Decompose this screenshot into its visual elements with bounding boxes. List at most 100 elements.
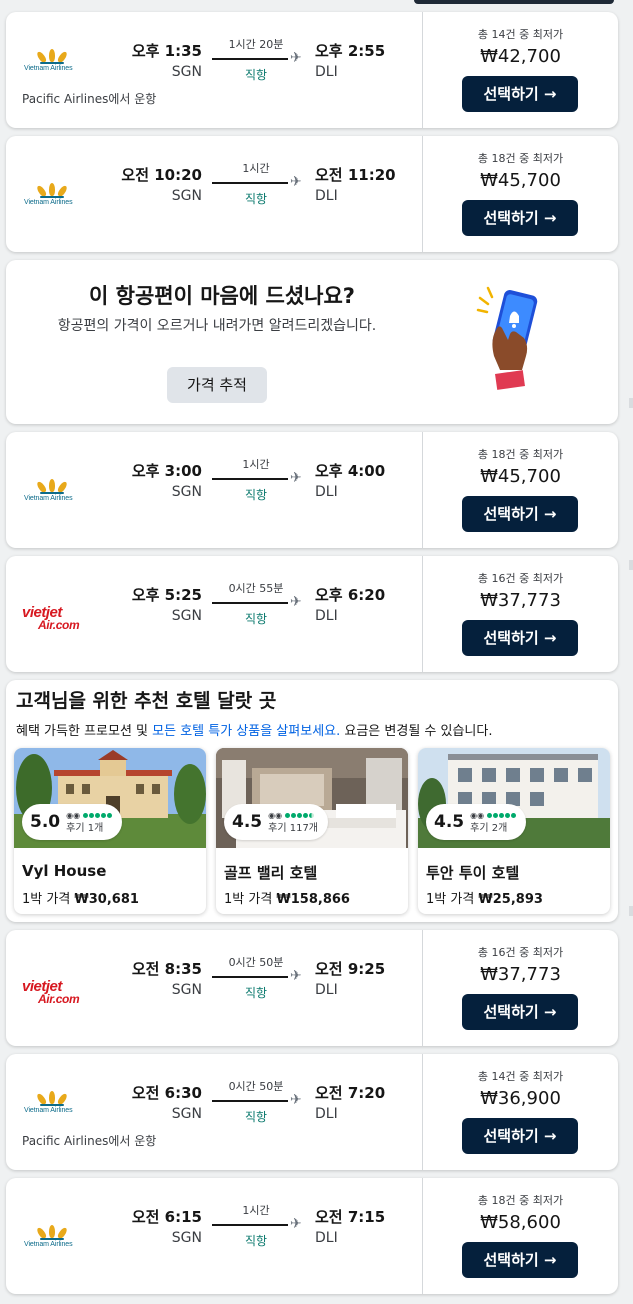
route-line xyxy=(212,58,288,60)
review-meta: ◉◉ 후기 2개 xyxy=(470,809,517,835)
flight-duration: 1시간 xyxy=(242,458,270,471)
airplane-icon: ✈ xyxy=(290,470,302,486)
deals-count: 총 16건 중 최저가 xyxy=(477,572,564,585)
scroll-indicator xyxy=(629,398,633,408)
select-button[interactable]: 선택하기 → xyxy=(462,1242,578,1278)
flight-card[interactable]: Vietnam Airlines 오전 10:20 SGN 1시간 ✈ 직항 오… xyxy=(6,136,618,252)
hotel-name: 골프 밸리 호텔 xyxy=(224,864,318,882)
flight-card[interactable]: Vietnam Airlines 오전 6:30 SGN 0시간 50분 ✈ 직… xyxy=(6,1054,618,1170)
flight-details: vietjet Air.com 오전 8:35 SGN 0시간 50분 ✈ 직항 … xyxy=(6,930,422,1046)
arrival-time: 오후 6:20 xyxy=(315,586,386,604)
departure-airport: SGN xyxy=(171,1230,202,1246)
price-panel: 총 14건 중 최저가 ₩42,700 선택하기 → xyxy=(423,12,618,128)
flight-details: Vietnam Airlines 오후 3:00 SGN 1시간 ✈ 직항 오후… xyxy=(6,432,422,548)
stops-label: 직항 xyxy=(244,1234,268,1248)
stops-label: 직항 xyxy=(244,1110,268,1124)
vietjet-air-logo: vietjet Air.com xyxy=(22,978,80,1006)
operated-by: Pacific Airlines에서 운항 xyxy=(22,1134,157,1148)
departure-airport: SGN xyxy=(171,608,202,624)
hotel-card[interactable]: 4.5 ◉◉ 후기 2개 투안 투이 호텔 1박 가격 ₩25,893 xyxy=(418,748,610,914)
airplane-icon: ✈ xyxy=(290,174,302,190)
tripadvisor-dots: ◉◉ xyxy=(66,809,113,822)
arrival-time: 오전 9:25 xyxy=(315,960,386,978)
price-panel: 총 14건 중 최저가 ₩36,900 선택하기 → xyxy=(423,1054,618,1170)
lotus-icon xyxy=(35,1225,69,1240)
flight-details: Vietnam Airlines 오전 6:15 SGN 1시간 ✈ 직항 오전… xyxy=(6,1178,422,1294)
arrival-airport: DLI xyxy=(315,1106,338,1122)
flight-card[interactable]: Vietnam Airlines 오전 6:15 SGN 1시간 ✈ 직항 오전… xyxy=(6,1178,618,1294)
flight-price: ₩37,773 xyxy=(480,590,561,611)
flight-duration: 0시간 50분 xyxy=(228,1080,284,1093)
select-button[interactable]: 선택하기 → xyxy=(462,200,578,236)
deals-count: 총 18건 중 최저가 xyxy=(477,448,564,461)
select-button[interactable]: 선택하기 → xyxy=(462,1118,578,1154)
select-button[interactable]: 선택하기 → xyxy=(462,496,578,532)
price-alert-card: 이 항공편이 마음에 드셨나요? 항공편의 가격이 오르거나 내려가면 알려드리… xyxy=(6,260,618,424)
flight-duration: 0시간 50분 xyxy=(228,956,284,969)
flight-price: ₩45,700 xyxy=(480,170,561,191)
rating-score: 4.5 xyxy=(434,812,465,832)
tripadvisor-owl-icon: ◉◉ xyxy=(470,811,485,820)
tripadvisor-dots: ◉◉ xyxy=(470,809,517,822)
flight-details: Vietnam Airlines 오전 10:20 SGN 1시간 ✈ 직항 오… xyxy=(6,136,422,252)
flight-price: ₩37,773 xyxy=(480,964,561,985)
hotel-price: 1박 가격 ₩30,681 xyxy=(22,892,139,907)
track-price-button[interactable]: 가격 추적 xyxy=(167,367,267,403)
departure-time: 오전 6:15 xyxy=(131,1208,202,1226)
lotus-icon xyxy=(35,479,69,494)
select-button[interactable]: 선택하기 → xyxy=(462,620,578,656)
departure-time: 오전 6:30 xyxy=(131,1084,202,1102)
stops-label: 직항 xyxy=(244,68,268,82)
all-hotel-deals-link[interactable]: 모든 호텔 특가 상품을 살펴보세요. xyxy=(152,724,340,739)
hotels-title: 고객님을 위한 추천 호텔 달랏 곳 xyxy=(16,690,277,712)
arrival-airport: DLI xyxy=(315,188,338,204)
arrival-airport: DLI xyxy=(315,484,338,500)
departure-airport: SGN xyxy=(171,64,202,80)
tripadvisor-dots: ◉◉ xyxy=(268,809,318,822)
lotus-icon xyxy=(35,49,69,64)
flight-duration: 1시간 xyxy=(242,1204,270,1217)
arrival-airport: DLI xyxy=(315,982,338,998)
route-line xyxy=(212,478,288,480)
hotel-price: 1박 가격 ₩158,866 xyxy=(224,892,350,907)
hotels-subtitle-suffix: 요금은 변경될 수 있습니다. xyxy=(340,724,493,739)
arrival-time: 오후 4:00 xyxy=(315,462,386,480)
flight-card[interactable]: vietjet Air.com 오후 5:25 SGN 0시간 55분 ✈ 직항 … xyxy=(6,556,618,672)
vietnam-airlines-logo: Vietnam Airlines xyxy=(20,49,84,80)
flight-card[interactable]: Vietnam Airlines 오후 3:00 SGN 1시간 ✈ 직항 오후… xyxy=(6,432,618,548)
deals-count: 총 14건 중 최저가 xyxy=(477,28,564,41)
arrival-time: 오전 7:15 xyxy=(315,1208,386,1226)
arrival-time: 오전 11:20 xyxy=(315,166,396,184)
hotel-card[interactable]: 4.5 ◉◉ 후기 117개 골프 밸리 호텔 1박 가격 ₩158,866 xyxy=(216,748,408,914)
vietjet-air-logo: vietjet Air.com xyxy=(22,604,80,632)
vietnam-airlines-logo: Vietnam Airlines xyxy=(20,479,84,510)
price-panel: 총 18건 중 최저가 ₩45,700 선택하기 → xyxy=(423,136,618,252)
route-line xyxy=(212,1224,288,1226)
lotus-icon xyxy=(35,183,69,198)
recommended-hotels-card: 고객님을 위한 추천 호텔 달랏 곳 혜택 가득한 프로모션 및 모든 호텔 특… xyxy=(6,680,618,922)
rating-badge: 4.5 ◉◉ 후기 117개 xyxy=(224,804,329,840)
flight-card[interactable]: vietjet Air.com 오전 8:35 SGN 0시간 50분 ✈ 직항 … xyxy=(6,930,618,1046)
departure-time: 오전 10:20 xyxy=(121,166,202,184)
review-count: 후기 2개 xyxy=(470,823,508,834)
tripadvisor-owl-icon: ◉◉ xyxy=(66,811,81,820)
flight-card[interactable]: Vietnam Airlines 오후 1:35 SGN 1시간 20분 ✈ 직… xyxy=(6,12,618,128)
rating-badge: 5.0 ◉◉ 후기 1개 xyxy=(22,804,123,840)
stops-label: 직항 xyxy=(244,192,268,206)
price-panel: 총 18건 중 최저가 ₩58,600 선택하기 → xyxy=(423,1178,618,1294)
flight-details: Vietnam Airlines 오전 6:30 SGN 0시간 50분 ✈ 직… xyxy=(6,1054,422,1170)
route-line xyxy=(212,602,288,604)
flight-duration: 1시간 20분 xyxy=(228,38,284,51)
select-button[interactable]: 선택하기 → xyxy=(462,994,578,1030)
flight-price: ₩45,700 xyxy=(480,466,561,487)
select-button[interactable]: 선택하기 → xyxy=(462,76,578,112)
flight-price: ₩42,700 xyxy=(480,46,561,67)
airplane-icon: ✈ xyxy=(290,594,302,610)
lotus-icon xyxy=(35,1091,69,1106)
arrival-airport: DLI xyxy=(315,64,338,80)
departure-airport: SGN xyxy=(171,484,202,500)
airplane-icon: ✈ xyxy=(290,1092,302,1108)
route-line xyxy=(212,976,288,978)
stops-label: 직항 xyxy=(244,488,268,502)
hotel-card[interactable]: 5.0 ◉◉ 후기 1개 Vyl House 1박 가격 ₩30,681 xyxy=(14,748,206,914)
